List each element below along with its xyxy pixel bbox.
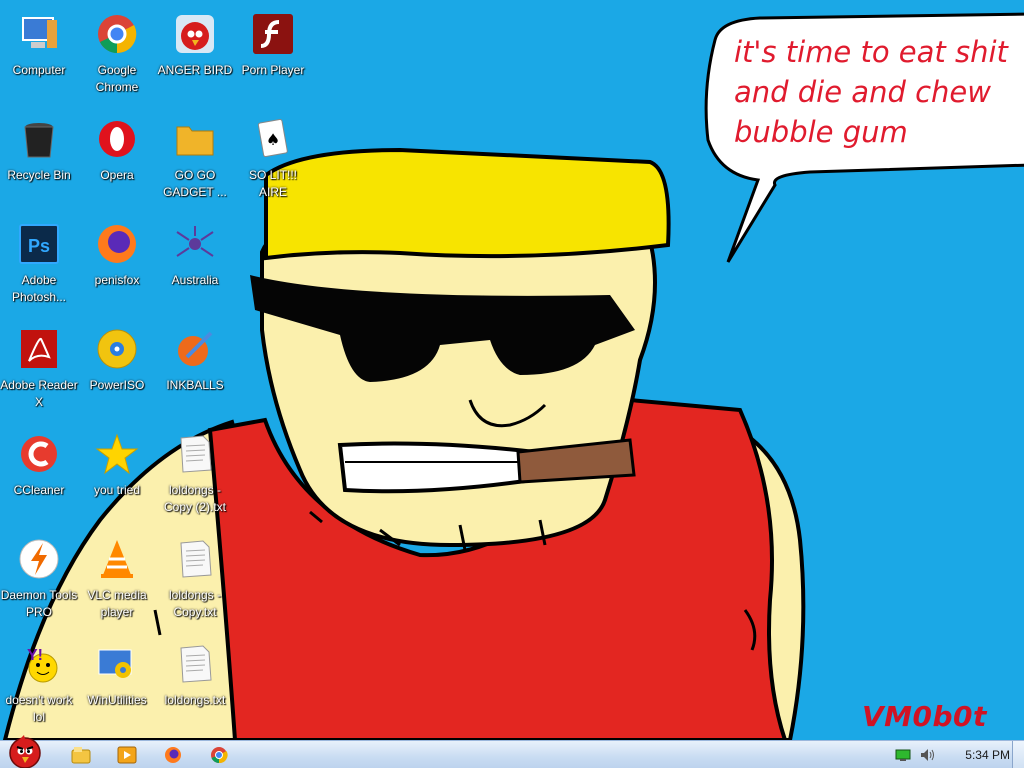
taskbar-media-player-button[interactable] <box>112 744 142 766</box>
desktop-shortcut[interactable]: loldongs.txt <box>156 634 234 734</box>
poweriso-icon <box>93 325 141 373</box>
show-desktop-button[interactable] <box>1012 741 1024 768</box>
ccleaner-icon <box>15 430 63 478</box>
network-icon[interactable] <box>895 748 911 762</box>
angry-bird-icon <box>171 10 219 58</box>
desktop-shortcut[interactable]: ♠ SO LIT!!! AIRE <box>234 109 312 209</box>
desktop-shortcut-label: PowerISO <box>89 378 145 392</box>
desktop-shortcut[interactable]: Australia <box>156 214 234 314</box>
desktop-shortcut-label: you tried <box>93 483 141 497</box>
desktop-shortcut[interactable]: WinUtilities <box>78 634 156 734</box>
desktop-shortcut-label: Daemon Tools PRO <box>0 588 78 619</box>
desktop-shortcut-label: Adobe Photosh... <box>11 273 67 304</box>
speech-bubble-text: it's time to eat shit and die and chew b… <box>734 35 1008 149</box>
media-player-icon <box>117 746 137 764</box>
desktop-shortcut-label: ANGER BIRD <box>157 63 233 77</box>
angry-bird-start-icon <box>9 735 41 768</box>
desktop-shortcut-label: loldongs.txt <box>164 693 226 707</box>
desktop-shortcut-label: INKBALLS <box>166 378 224 392</box>
desktop-shortcut[interactable]: Y! doesn't work lol <box>0 634 78 734</box>
text-file-icon <box>171 535 219 583</box>
desktop-shortcut-label: VLC media player <box>87 588 147 619</box>
recycle-bin-icon <box>15 115 63 163</box>
desktop-shortcut[interactable]: Daemon Tools PRO <box>0 529 78 629</box>
vlc-icon <box>93 535 141 583</box>
adobe-reader-icon <box>15 325 63 373</box>
computer-icon <box>15 10 63 58</box>
desktop-shortcut[interactable]: Recycle Bin <box>0 109 78 209</box>
flash-player-icon <box>249 10 297 58</box>
explorer-icon <box>71 747 91 764</box>
desktop-shortcut-label: Adobe Reader X <box>0 378 78 409</box>
inkball-icon <box>171 325 219 373</box>
opera-icon <box>93 115 141 163</box>
desktop-shortcut[interactable]: Google Chrome <box>78 4 156 104</box>
desktop-shortcut-label: Google Chrome <box>95 63 139 94</box>
desktop-shortcut[interactable]: VLC media player <box>78 529 156 629</box>
winutilities-icon <box>93 640 141 688</box>
desktop-shortcut[interactable]: ANGER BIRD <box>156 4 234 104</box>
star-icon <box>93 430 141 478</box>
desktop-shortcut-label: SO LIT!!! AIRE <box>248 168 297 199</box>
desktop-shortcut[interactable]: loldongs - Copy.txt <box>156 529 234 629</box>
taskbar-firefox-button[interactable] <box>158 744 188 766</box>
desktop-shortcut[interactable]: CCleaner <box>0 424 78 524</box>
text-file-icon <box>171 430 219 478</box>
desktop-shortcut-label: Australia <box>171 273 219 287</box>
desktop-shortcut-label: Recycle Bin <box>7 168 71 182</box>
desktop-shortcut[interactable]: Ps Adobe Photosh... <box>0 214 78 314</box>
taskbar-chrome-button[interactable] <box>204 744 234 766</box>
firefox-icon <box>165 747 181 763</box>
spider-solitaire-icon <box>171 220 219 268</box>
photoshop-icon: Ps <box>15 220 63 268</box>
desktop-shortcut-label: GO GO GADGET ... <box>163 168 227 199</box>
desktop-shortcut[interactable]: Porn Player <box>234 4 312 104</box>
folder-icon <box>171 115 219 163</box>
daemon-tools-icon <box>15 535 63 583</box>
desktop-shortcut[interactable]: you tried <box>78 424 156 524</box>
desktop-shortcut-label: loldongs - Copy.txt <box>168 588 222 619</box>
taskbar: 5:34 PM <box>0 735 1024 768</box>
desktop-shortcut[interactable]: Adobe Reader X <box>0 319 78 419</box>
svg-text:Ps: Ps <box>28 236 50 256</box>
desktop-shortcut-label: CCleaner <box>13 483 65 497</box>
artist-signature: VM0b0t <box>862 700 987 733</box>
desktop-shortcut-label: Porn Player <box>241 63 305 77</box>
desktop-shortcut[interactable]: penisfox <box>78 214 156 314</box>
desktop-shortcut[interactable]: INKBALLS <box>156 319 234 419</box>
firefox-icon <box>93 220 141 268</box>
text-file-icon <box>171 640 219 688</box>
volume-icon[interactable] <box>919 748 935 762</box>
desktop-shortcut-label: WinUtilities <box>87 693 147 707</box>
yahoo-messenger-icon: Y! <box>15 640 63 688</box>
start-button[interactable] <box>2 733 48 768</box>
desktop-shortcut[interactable]: loldongs - Copy (2).txt <box>156 424 234 524</box>
desktop-shortcut[interactable]: Opera <box>78 109 156 209</box>
desktop-shortcut-label: Computer <box>12 63 66 77</box>
chrome-icon <box>93 10 141 58</box>
taskbar-explorer-button[interactable] <box>66 744 96 766</box>
desktop-shortcut[interactable]: Computer <box>0 4 78 104</box>
desktop-shortcut-label: loldongs - Copy (2).txt <box>163 483 226 514</box>
desktop-shortcut-label: penisfox <box>94 273 140 287</box>
taskbar-clock[interactable]: 5:34 PM <box>965 748 1010 762</box>
desktop-shortcut[interactable]: GO GO GADGET ... <box>156 109 234 209</box>
desktop-shortcut-label: Opera <box>100 168 134 182</box>
solitaire-icon: ♠ <box>249 115 297 163</box>
svg-text:Y!: Y! <box>27 647 43 664</box>
desktop-shortcut-label: doesn't work lol <box>5 693 73 724</box>
system-tray: 5:34 PM <box>895 741 1010 768</box>
svg-text:♠: ♠ <box>266 130 280 149</box>
desktop-shortcut[interactable]: PowerISO <box>78 319 156 419</box>
chrome-icon <box>211 747 228 764</box>
